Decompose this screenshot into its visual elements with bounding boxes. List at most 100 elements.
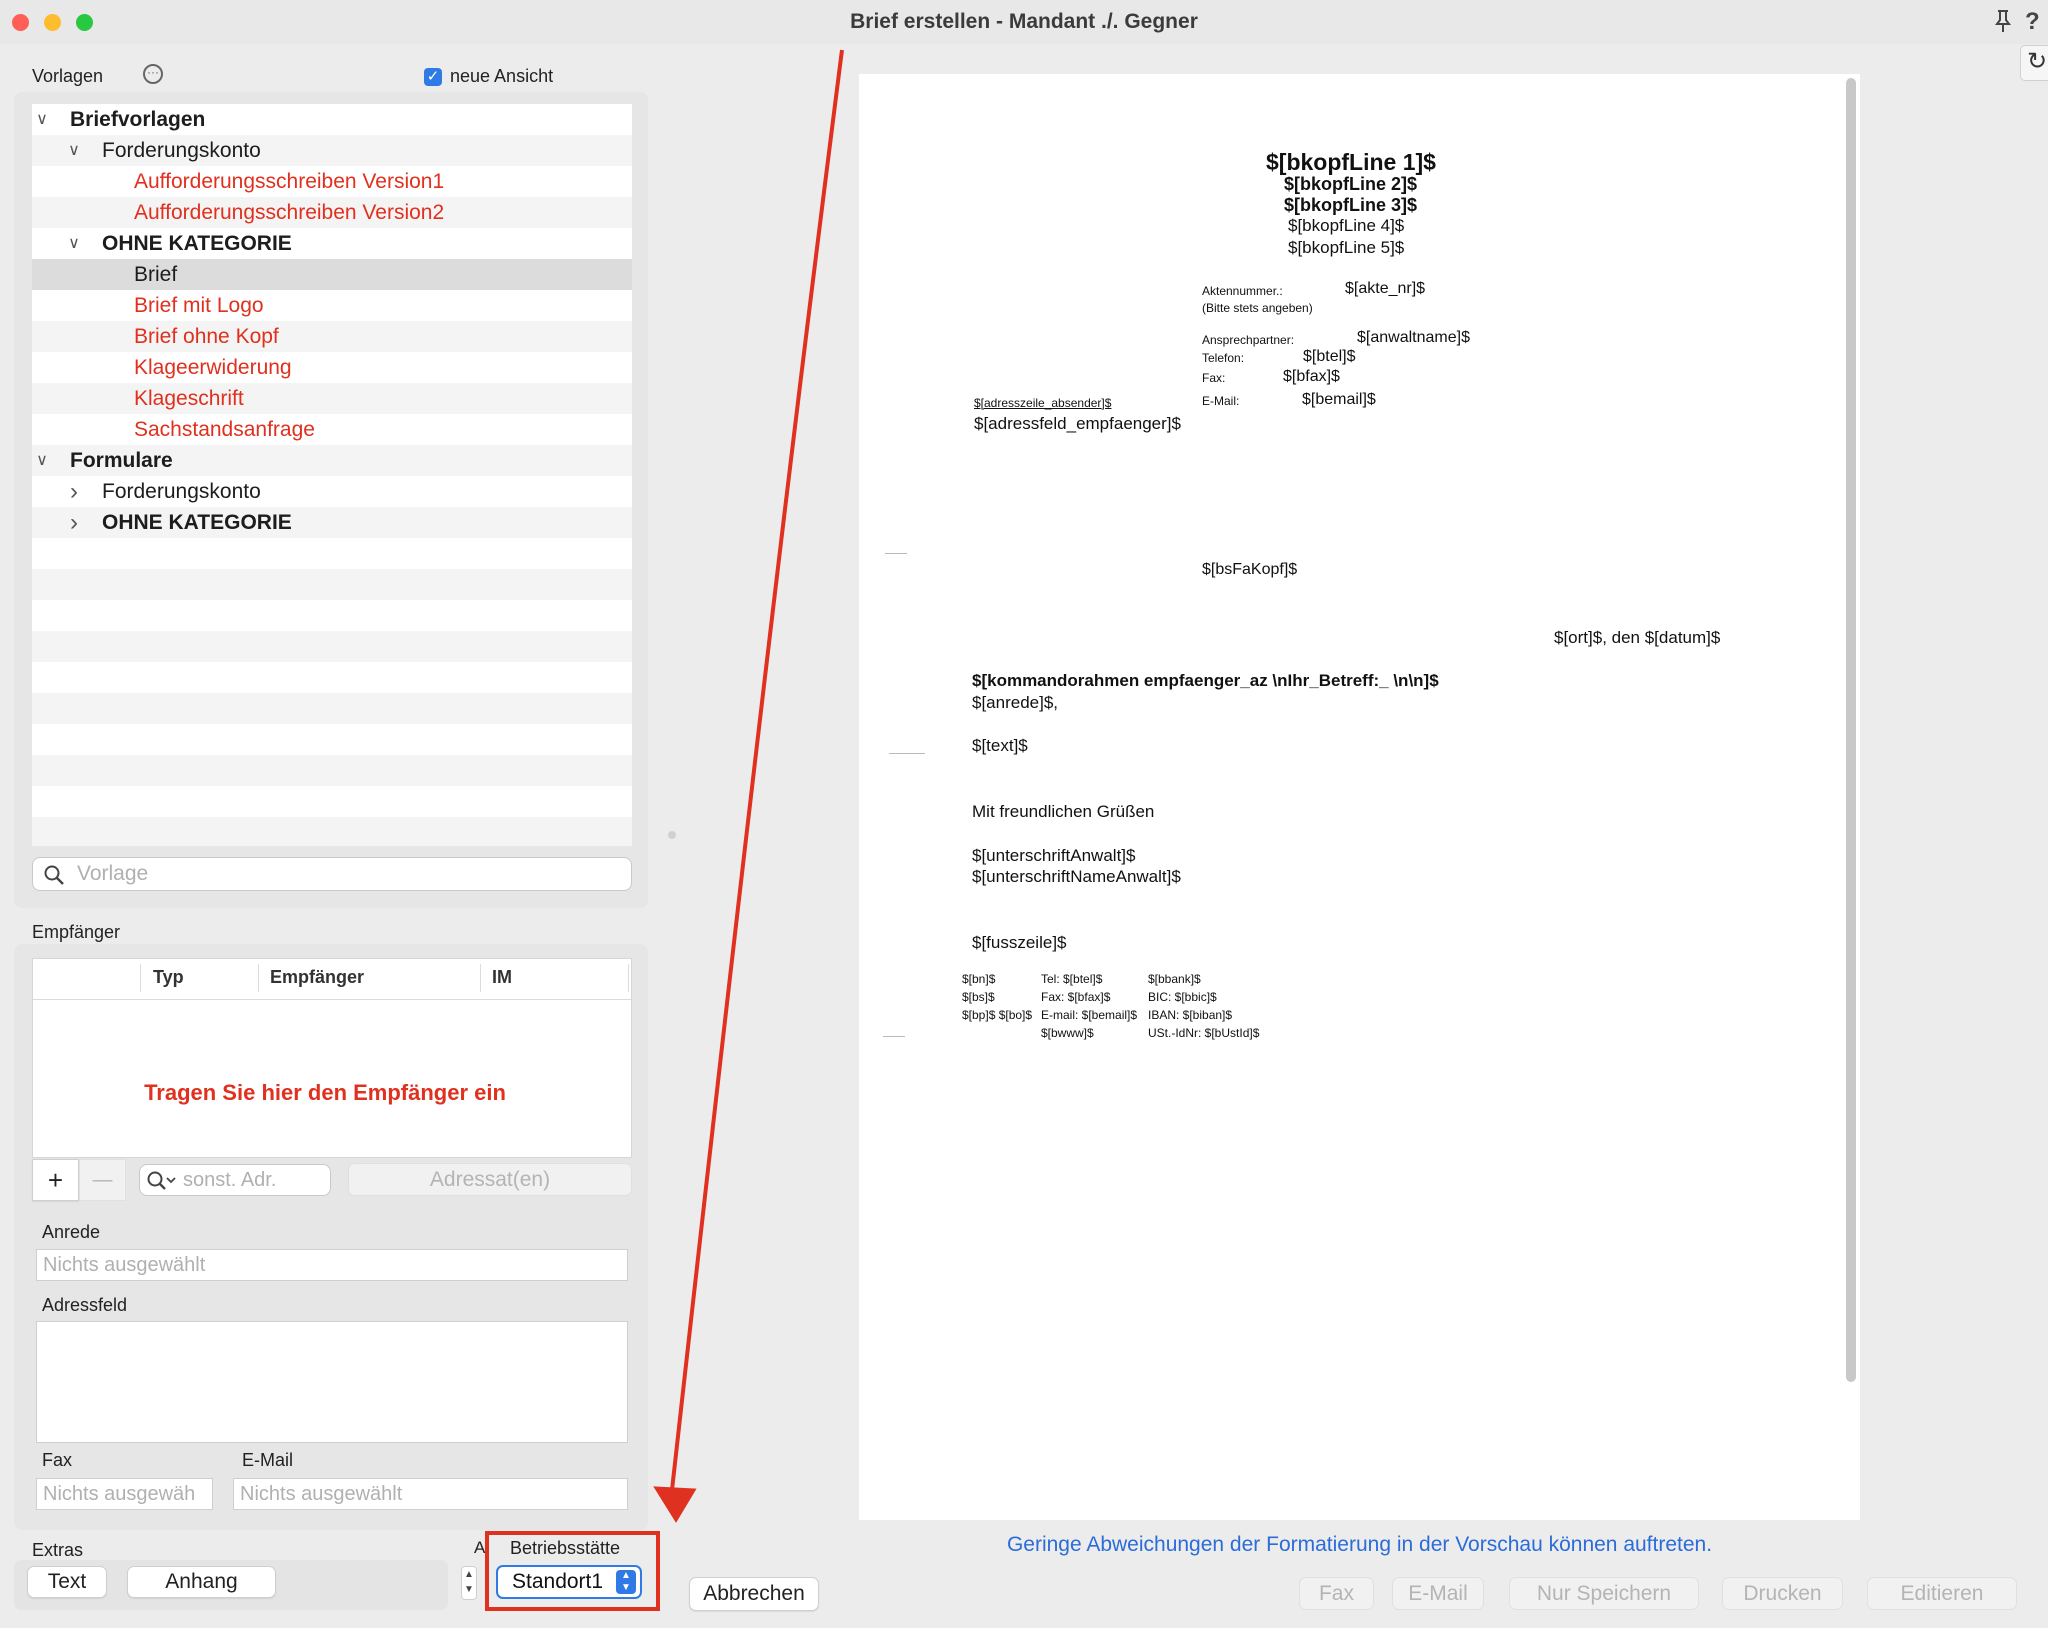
- preview-fax-value: $[bfax]$: [1283, 368, 1340, 385]
- fax-label: Fax: [42, 1450, 73, 1470]
- sonstige-adresse-placeholder: sonst. Adr.: [183, 1169, 277, 1191]
- preview-footer-col-3: $[bbank]$ BIC: $[bbic]$ IBAN: $[biban]$ …: [1148, 970, 1259, 1042]
- tree-item-label: Forderungskonto: [102, 480, 261, 503]
- preview-akten-value: $[akte_nr]$: [1345, 280, 1426, 297]
- column-header-typ[interactable]: Typ: [153, 967, 184, 988]
- refresh-icon[interactable]: ↻: [2020, 45, 2048, 81]
- tree-empty-row: [32, 693, 632, 724]
- tree-item-label: Brief: [134, 263, 178, 286]
- anrede-field[interactable]: Nichts ausgewählt: [36, 1249, 628, 1281]
- tree-row[interactable]: Klageerwiderung: [32, 352, 632, 383]
- tree-item-label: Sachstandsanfrage: [134, 418, 315, 441]
- preview-text: $[text]$: [972, 736, 1028, 755]
- tree-item-label: OHNE KATEGORIE: [102, 511, 292, 534]
- preview-bsfakopf: $[bsFaKopf]$: [1202, 561, 1298, 578]
- preview-akten-hint: (Bitte stets angeben): [1202, 301, 1313, 315]
- tree-row[interactable]: Brief: [32, 259, 632, 290]
- chevron-right-icon[interactable]: ›: [66, 476, 82, 507]
- text-button[interactable]: Text: [27, 1566, 107, 1598]
- neue-ansicht-checkbox[interactable]: ✓: [424, 68, 442, 86]
- chevron-down-icon[interactable]: ∨: [34, 445, 50, 476]
- tree-row[interactable]: Brief mit Logo: [32, 290, 632, 321]
- preview-empfaenger: $[adressfeld_empfaenger]$: [974, 414, 1181, 433]
- document-preview[interactable]: $[bkopfLine 1]$ $[bkopfLine 2]$ $[bkopfL…: [859, 74, 1860, 1520]
- adressfeld-textarea[interactable]: [36, 1321, 628, 1443]
- splitter-handle[interactable]: [668, 831, 676, 839]
- column-separator: [480, 964, 481, 992]
- preview-head-2: $[bkopfLine 2]$: [1284, 174, 1418, 194]
- search-icon: [44, 865, 64, 885]
- extras-label: Extras: [32, 1540, 84, 1560]
- tree-item-label: Aufforderungsschreiben Version2: [134, 201, 445, 224]
- preview-scrollbar[interactable]: [1846, 78, 1856, 1382]
- fold-mark: [885, 553, 907, 554]
- vorlagen-label: Vorlagen: [32, 66, 104, 86]
- empfaenger-label: Empfänger: [32, 922, 121, 942]
- empfaenger-table[interactable]: [32, 958, 632, 1158]
- help-icon[interactable]: ?: [2025, 8, 2040, 36]
- preview-kommando: $[kommandorahmen empfaenger_az \nIhr_Bet…: [972, 671, 1439, 690]
- preview-email-value: $[bemail]$: [1302, 391, 1376, 408]
- add-recipient-button[interactable]: +: [32, 1159, 79, 1201]
- fax-button[interactable]: Fax: [1299, 1577, 1374, 1610]
- fold-mark: [889, 753, 925, 754]
- tree-row[interactable]: Brief ohne Kopf: [32, 321, 632, 352]
- tree-row[interactable]: › OHNE KATEGORIE: [32, 507, 632, 538]
- pin-icon[interactable]: [1993, 9, 2013, 39]
- preview-head-3: $[bkopfLine 3]$: [1284, 195, 1418, 215]
- sonstige-adresse-search[interactable]: sonst. Adr.: [139, 1164, 331, 1196]
- preview-footer-col-2: Tel: $[btel]$ Fax: $[bfax]$ E-mail: $[be…: [1041, 970, 1137, 1042]
- tree-item-label: Briefvorlagen: [70, 108, 206, 131]
- tree-item-label: Brief mit Logo: [134, 294, 264, 317]
- tree-row[interactable]: › Forderungskonto: [32, 476, 632, 507]
- editieren-button[interactable]: Editieren: [1867, 1577, 2017, 1610]
- tree-empty-row: [32, 724, 632, 755]
- preview-footer-col-1: $[bn]$ $[bs]$ $[bp]$ $[bo]$: [962, 970, 1032, 1024]
- vorlage-search-field[interactable]: Vorlage: [32, 857, 632, 891]
- email-button[interactable]: E-Mail: [1392, 1577, 1484, 1610]
- tree-row[interactable]: ∨ OHNE KATEGORIE: [32, 228, 632, 259]
- preview-telefon-value: $[btel]$: [1303, 348, 1356, 365]
- template-tree[interactable]: ∨ Briefvorlagen ∨ Forderungskonto Aufforderu…: [32, 104, 632, 846]
- tree-item-label: Formulare: [70, 449, 173, 472]
- table-header-divider: [33, 999, 631, 1000]
- nur-speichern-button[interactable]: Nur Speichern: [1509, 1577, 1699, 1610]
- fax-field[interactable]: Nichts ausgewäh: [36, 1478, 213, 1510]
- tree-row[interactable]: ∨ Briefvorlagen: [32, 104, 632, 135]
- stepper-control[interactable]: ▲ ▼: [461, 1566, 477, 1600]
- anhang-button[interactable]: Anhang: [127, 1566, 276, 1598]
- chevron-down-icon[interactable]: ∨: [66, 228, 82, 259]
- more-options-icon[interactable]: ···: [143, 64, 163, 84]
- tree-row[interactable]: Klageschrift: [32, 383, 632, 414]
- tree-row[interactable]: Aufforderungsschreiben Version2: [32, 197, 632, 228]
- preview-ort-datum: $[ort]$, den $[datum]$: [1554, 628, 1721, 647]
- tree-row[interactable]: Sachstandsanfrage: [32, 414, 632, 445]
- tree-row[interactable]: Aufforderungsschreiben Version1: [32, 166, 632, 197]
- email-field[interactable]: Nichts ausgewählt: [233, 1478, 628, 1510]
- preview-head-4: $[bkopfLine 4]$: [1288, 216, 1405, 235]
- column-header-empfaenger[interactable]: Empfänger: [270, 967, 364, 988]
- chevron-down-icon[interactable]: ∨: [34, 104, 50, 135]
- tree-row[interactable]: ∨ Formulare: [32, 445, 632, 476]
- chevron-down-icon[interactable]: ∨: [66, 135, 82, 166]
- adressat-button[interactable]: Adressat(en): [348, 1163, 632, 1196]
- remove-recipient-button[interactable]: —: [79, 1159, 126, 1201]
- preview-notice: Geringe Abweichungen der Formatierung in…: [1006, 1533, 1713, 1556]
- footer-line: $[bn]$: [962, 972, 996, 986]
- tree-empty-row: [32, 569, 632, 600]
- footer-line: BIC: $[bbic]$: [1148, 990, 1217, 1004]
- tree-item-label: OHNE KATEGORIE: [102, 232, 292, 255]
- tree-item-label: Aufforderungsschreiben Version1: [134, 170, 445, 193]
- truncated-label: A: [474, 1538, 486, 1557]
- fold-mark: [883, 1036, 905, 1037]
- drucken-button[interactable]: Drucken: [1722, 1577, 1843, 1610]
- tree-empty-row: [32, 662, 632, 693]
- anrede-label: Anrede: [42, 1222, 101, 1242]
- column-header-im[interactable]: IM: [492, 967, 512, 988]
- abbrechen-button[interactable]: Abbrechen: [689, 1577, 819, 1611]
- chevron-right-icon[interactable]: ›: [66, 507, 82, 538]
- footer-line: IBAN: $[biban]$: [1148, 1008, 1233, 1022]
- tree-row[interactable]: ∨ Forderungskonto: [32, 135, 632, 166]
- preview-anrede: $[anrede]$,: [972, 693, 1059, 712]
- preview-fusszeile: $[fusszeile]$: [972, 933, 1067, 952]
